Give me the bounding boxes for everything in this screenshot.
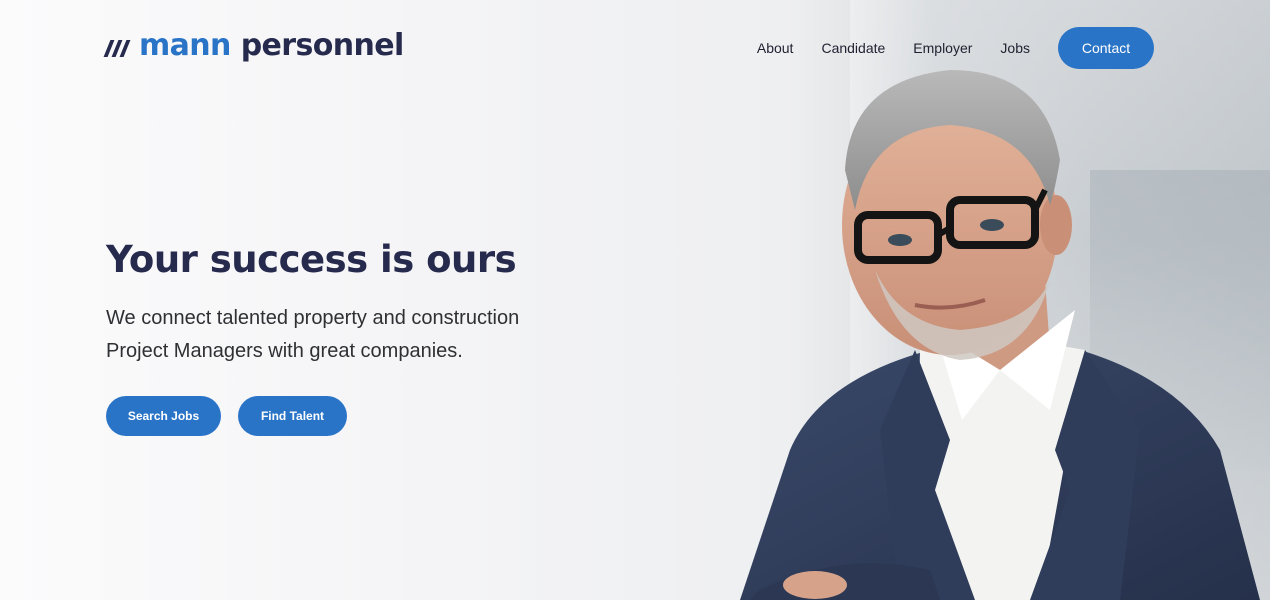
logo-wordmark: mann personnel bbox=[139, 31, 404, 61]
find-talent-button[interactable]: Find Talent bbox=[238, 396, 347, 436]
brand-logo[interactable]: mann personnel bbox=[103, 26, 404, 66]
logo-slash-icon bbox=[103, 39, 131, 57]
hero-subtitle-line-2: Project Managers with great companies. bbox=[106, 340, 463, 362]
logo-word-mann: mann bbox=[139, 28, 231, 63]
logo-word-personnel: personnel bbox=[240, 28, 405, 63]
hero-person-image bbox=[740, 70, 1260, 600]
hero-title: Your success is ours bbox=[106, 238, 517, 281]
search-jobs-button[interactable]: Search Jobs bbox=[106, 396, 221, 436]
hero-subtitle-line-1: We connect talented property and constru… bbox=[106, 307, 520, 329]
hero-subtitle: We connect talented property and constru… bbox=[106, 302, 626, 368]
